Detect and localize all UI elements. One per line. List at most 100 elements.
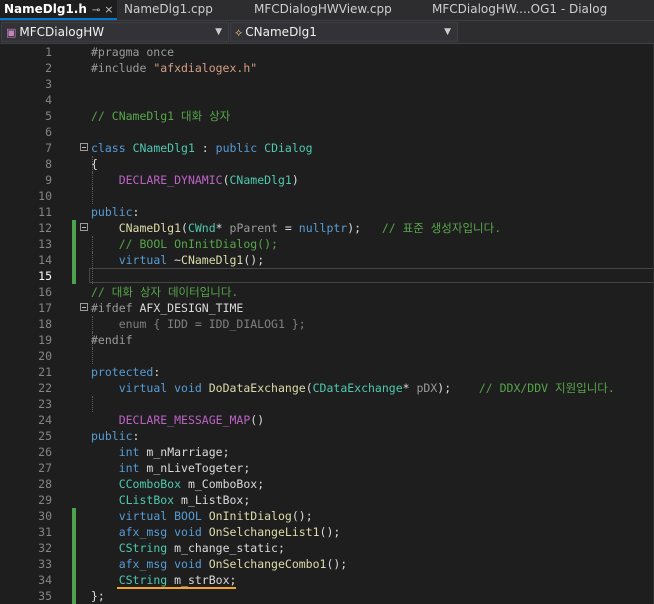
line-number: 25	[38, 429, 52, 443]
code-line[interactable]: 32 CString m_change_static;	[0, 540, 654, 556]
code-text[interactable]: // CNameDlg1 대화 상자	[91, 108, 230, 124]
code-text[interactable]: #include "afxdialogex.h"	[91, 60, 257, 76]
code-line[interactable]: 10	[0, 188, 654, 204]
code-text[interactable]: CNameDlg1(CWnd* pParent = nullptr); // 표…	[91, 220, 501, 236]
code-line[interactable]: 3	[0, 76, 654, 92]
code-line[interactable]: 6	[0, 124, 654, 140]
code-text[interactable]: };	[91, 588, 105, 604]
code-text[interactable]: CString m_change_static;	[91, 540, 285, 556]
code-line[interactable]: 30 virtual BOOL OnInitDialog();	[0, 508, 654, 524]
code-line[interactable]: 19 #endif	[0, 332, 654, 348]
project-dropdown[interactable]: ▣ MFCDialogHW ▼	[1, 22, 229, 42]
close-icon[interactable]: ×	[104, 3, 113, 16]
code-line[interactable]: 23	[0, 396, 654, 412]
code-line[interactable]: 25 public:	[0, 428, 654, 444]
code-line[interactable]: 35};	[0, 588, 654, 604]
code-text[interactable]: CComboBox m_ComboBox;	[91, 476, 264, 492]
code-line[interactable]: 18 enum { IDD = IDD_DIALOG1 };	[0, 316, 654, 332]
code-text[interactable]: // 대화 상자 데이터입니다.	[91, 284, 238, 300]
code-line[interactable]: 20	[0, 348, 654, 364]
code-line[interactable]: 12 CNameDlg1(CWnd* pParent = nullptr); /…	[0, 220, 654, 236]
code-text[interactable]: #ifdef AFX_DESIGN_TIME	[91, 300, 243, 316]
code-line[interactable]: 13 // BOOL OnInitDialog();	[0, 236, 654, 252]
code-text[interactable]: DECLARE_DYNAMIC(CNameDlg1)	[91, 172, 299, 188]
project-icon: ▣	[6, 26, 17, 39]
line-number: 24	[38, 413, 52, 427]
line-number: 33	[38, 557, 52, 571]
scope-dropdown[interactable]: ⟡ CNameDlg1 ▼	[230, 22, 458, 42]
change-marker	[72, 220, 76, 236]
code-text[interactable]: virtual ~CNameDlg1();	[91, 252, 264, 268]
code-text[interactable]: #endif	[91, 332, 133, 348]
code-text[interactable]: {	[91, 156, 98, 172]
code-text[interactable]: afx_msg void OnSelchangeList1();	[91, 524, 341, 540]
code-line[interactable]: 8{	[0, 156, 654, 172]
code-text[interactable]: public:	[91, 428, 139, 444]
line-number: 35	[38, 589, 52, 603]
code-text[interactable]: CString m_strBox;	[91, 572, 237, 588]
tab-mfcdialoghwview-cpp[interactable]: MFCDialogHWView.cpp	[250, 0, 420, 20]
code-editor[interactable]: 1 #pragma once 2 #include "afxdialogex.h" 3 4…	[0, 44, 654, 604]
code-line[interactable]: 34 CString m_strBox;	[0, 572, 654, 588]
tab-label: NameDlg1.cpp	[124, 2, 213, 16]
indent-guide	[92, 188, 93, 204]
navigation-bar: ▣ MFCDialogHW ▼ ⟡ CNameDlg1 ▼	[0, 21, 654, 44]
code-line[interactable]: 11 public:	[0, 204, 654, 220]
line-number: 26	[38, 445, 52, 459]
code-line[interactable]: 31 afx_msg void OnSelchangeList1();	[0, 524, 654, 540]
tab-namedlg1-h[interactable]: NameDlg1.h ⊸ ×	[0, 0, 117, 20]
line-number: 30	[38, 509, 52, 523]
pin-icon[interactable]: ⊸	[92, 5, 100, 16]
tab-dialog-resource[interactable]: MFCDialogHW....OG1 - Dialog	[428, 0, 654, 20]
code-text[interactable]: int m_nMarriage;	[91, 444, 230, 460]
tab-label: MFCDialogHW....OG1 - Dialog	[432, 2, 608, 16]
code-line[interactable]: 14 virtual ~CNameDlg1();	[0, 252, 654, 268]
code-line[interactable]: 4	[0, 92, 654, 108]
code-line[interactable]: 28 CComboBox m_ComboBox;	[0, 476, 654, 492]
code-line[interactable]: 15	[0, 268, 654, 284]
line-number: 17	[38, 301, 52, 315]
line-number: 8	[45, 157, 52, 171]
code-text[interactable]: DECLARE_MESSAGE_MAP()	[91, 412, 264, 428]
code-line[interactable]: 16 // 대화 상자 데이터입니다.	[0, 284, 654, 300]
collapse-icon[interactable]	[80, 223, 88, 231]
code-text[interactable]: // BOOL OnInitDialog();	[91, 236, 278, 252]
chevron-down-icon: ▼	[215, 27, 222, 37]
code-text[interactable]: afx_msg void OnSelchangeCombo1();	[91, 556, 348, 572]
code-text[interactable]: CListBox m_ListBox;	[91, 492, 251, 508]
collapse-icon[interactable]	[80, 303, 88, 311]
code-text[interactable]: virtual void DoDataExchange(CDataExchang…	[91, 380, 615, 396]
line-number: 3	[45, 77, 52, 91]
code-line[interactable]: 29 CListBox m_ListBox;	[0, 492, 654, 508]
code-line[interactable]: 7 class CNameDlg1 : public CDialog	[0, 140, 654, 156]
code-line[interactable]: 26 int m_nMarriage;	[0, 444, 654, 460]
change-marker	[72, 540, 76, 556]
code-text[interactable]: public:	[91, 204, 139, 220]
code-line[interactable]: 5 // CNameDlg1 대화 상자	[0, 108, 654, 124]
tab-namedlg1-cpp[interactable]: NameDlg1.cpp	[120, 0, 240, 20]
line-number: 7	[45, 141, 52, 155]
line-number: 18	[38, 317, 52, 331]
code-line[interactable]: 1 #pragma once	[0, 44, 654, 60]
collapse-icon[interactable]	[80, 143, 88, 151]
change-marker	[72, 588, 76, 604]
code-line[interactable]: 24 DECLARE_MESSAGE_MAP()	[0, 412, 654, 428]
code-text[interactable]: virtual BOOL OnInitDialog();	[91, 508, 313, 524]
code-line[interactable]: 2 #include "afxdialogex.h"	[0, 60, 654, 76]
code-text[interactable]: enum { IDD = IDD_DIALOG1 };	[91, 316, 306, 332]
code-text[interactable]: protected:	[91, 364, 160, 380]
code-line[interactable]: 9 DECLARE_DYNAMIC(CNameDlg1)	[0, 172, 654, 188]
change-marker	[72, 236, 76, 252]
scope-label: CNameDlg1	[245, 25, 317, 39]
code-line[interactable]: 27 int m_nLiveTogeter;	[0, 460, 654, 476]
code-text[interactable]: #pragma once	[91, 44, 174, 60]
code-line[interactable]: 21 protected:	[0, 364, 654, 380]
code-line[interactable]: 22 virtual void DoDataExchange(CDataExch…	[0, 380, 654, 396]
code-text[interactable]: class CNameDlg1 : public CDialog	[91, 140, 313, 156]
line-number: 10	[38, 189, 52, 203]
code-line[interactable]: 33 afx_msg void OnSelchangeCombo1();	[0, 556, 654, 572]
class-icon: ⟡	[235, 26, 243, 39]
line-number: 1	[45, 45, 52, 59]
code-text[interactable]: int m_nLiveTogeter;	[91, 460, 251, 476]
code-line[interactable]: 17 #ifdef AFX_DESIGN_TIME	[0, 300, 654, 316]
